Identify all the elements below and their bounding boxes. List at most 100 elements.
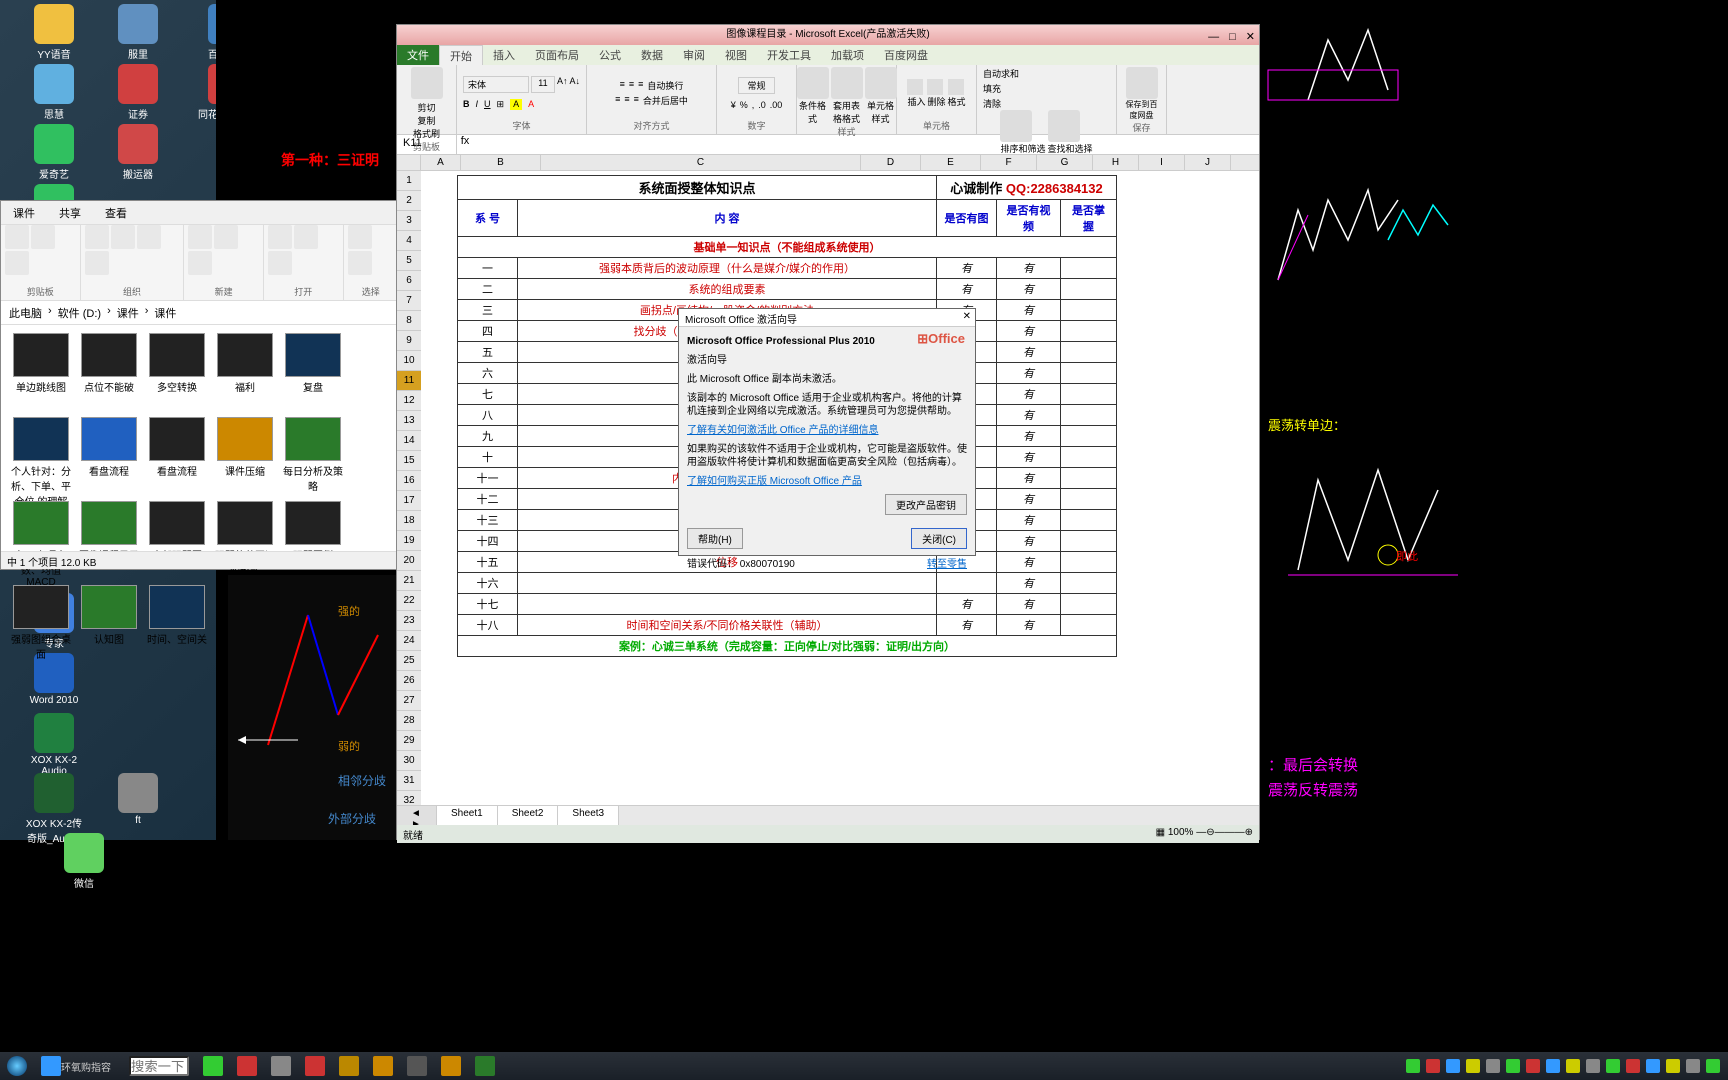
align-bot-icon[interactable]: ≡: [638, 79, 643, 92]
font-color-icon[interactable]: A: [528, 99, 534, 110]
file-item[interactable]: 图像课程目录: [77, 501, 141, 581]
ribbon-button[interactable]: [5, 251, 29, 275]
align-left-icon[interactable]: ≡: [615, 94, 620, 107]
row-header[interactable]: 2: [397, 191, 421, 211]
font-size-select[interactable]: 11: [531, 76, 555, 93]
tray-icon[interactable]: [1466, 1059, 1480, 1073]
decrease-font-icon[interactable]: A↓: [569, 76, 580, 93]
row-header[interactable]: 8: [397, 311, 421, 331]
ribbon-button[interactable]: [214, 225, 238, 249]
wrap-text-button[interactable]: 自动换行: [647, 79, 683, 92]
paste-icon[interactable]: [411, 67, 443, 99]
tray-icon[interactable]: [1706, 1059, 1720, 1073]
ribbon-button[interactable]: [348, 251, 372, 275]
file-item[interactable]: 看盘流程: [145, 417, 209, 497]
tray-icon[interactable]: [1606, 1059, 1620, 1073]
row-header[interactable]: 30: [397, 751, 421, 771]
breadcrumb-part[interactable]: 此电脑: [9, 305, 42, 320]
row-header[interactable]: 12: [397, 391, 421, 411]
file-item[interactable]: 点位不能破: [77, 333, 141, 413]
column-header[interactable]: C: [541, 155, 861, 170]
taskbar-app[interactable]: [231, 1054, 263, 1078]
underline-button[interactable]: U: [484, 99, 491, 110]
tray-icon[interactable]: [1426, 1059, 1440, 1073]
taskbar-app[interactable]: [299, 1054, 331, 1078]
breadcrumb[interactable]: 此电脑 › 软件 (D:) › 课件 › 课件: [1, 301, 399, 325]
tray-icon[interactable]: [1506, 1059, 1520, 1073]
ribbon-button[interactable]: [137, 225, 161, 249]
row-header[interactable]: 23: [397, 611, 421, 631]
ribbon-button[interactable]: [31, 225, 55, 249]
ribbon-tab[interactable]: 审阅: [673, 45, 715, 65]
file-item[interactable]: 个人针对：分析、下单、平仓位 的理解: [9, 417, 73, 497]
format-icon[interactable]: [948, 79, 964, 95]
ribbon-tab[interactable]: 开始: [439, 45, 483, 65]
tray-icon[interactable]: [1546, 1059, 1560, 1073]
breadcrumb-part[interactable]: 软件 (D:): [58, 305, 101, 320]
align-mid-icon[interactable]: ≡: [629, 79, 634, 92]
sheet-tab[interactable]: Sheet3: [558, 806, 619, 825]
desktop-icon[interactable]: 微信: [54, 833, 114, 890]
ribbon-button[interactable]: [85, 251, 109, 275]
cond-format-icon[interactable]: [797, 67, 829, 99]
close-icon[interactable]: ✕: [963, 311, 971, 322]
tray-icon[interactable]: [1626, 1059, 1640, 1073]
explorer-tab-main[interactable]: 课件: [1, 201, 47, 224]
row-header[interactable]: 21: [397, 571, 421, 591]
column-header[interactable]: E: [921, 155, 981, 170]
sheet-tab[interactable]: Sheet2: [498, 806, 559, 825]
file-item[interactable]: 每日分析及策略: [281, 417, 345, 497]
minimize-icon[interactable]: —: [1208, 27, 1219, 47]
dialog-link-retail[interactable]: 转至零售: [927, 555, 967, 570]
row-header[interactable]: 18: [397, 511, 421, 531]
column-header[interactable]: A: [421, 155, 461, 170]
autosum-button[interactable]: 自动求和: [983, 67, 1019, 80]
table-format-icon[interactable]: [831, 67, 863, 99]
ribbon-tab[interactable]: 视图: [715, 45, 757, 65]
row-header[interactable]: 24: [397, 631, 421, 651]
insert-icon[interactable]: [907, 79, 923, 95]
help-button[interactable]: 帮助(H): [687, 528, 743, 549]
currency-icon[interactable]: ¥: [731, 100, 736, 110]
taskbar-app[interactable]: [401, 1054, 433, 1078]
fill-color-icon[interactable]: A: [510, 99, 522, 110]
explorer-tab-share[interactable]: 共享: [47, 201, 93, 224]
row-header[interactable]: 20: [397, 551, 421, 571]
sheet-tab[interactable]: Sheet1: [437, 806, 498, 825]
align-center-icon[interactable]: ≡: [624, 94, 629, 107]
column-header[interactable]: B: [461, 155, 541, 170]
align-top-icon[interactable]: ≡: [620, 79, 625, 92]
ribbon-tab[interactable]: 加载项: [821, 45, 874, 65]
start-button[interactable]: [1, 1054, 33, 1078]
change-key-button[interactable]: 更改产品密钥: [885, 494, 967, 515]
ribbon-button[interactable]: [188, 225, 212, 249]
taskbar-ie[interactable]: 环氧购指容: [35, 1054, 117, 1078]
formula-input[interactable]: [473, 135, 1259, 154]
ribbon-tab[interactable]: 数据: [631, 45, 673, 65]
tray-icon[interactable]: [1486, 1059, 1500, 1073]
clear-button[interactable]: 清除: [983, 97, 1001, 110]
dialog-link-learn-activate[interactable]: 了解有关如何激活此 Office 产品的详细信息: [687, 425, 879, 436]
ribbon-button[interactable]: [268, 225, 292, 249]
row-header[interactable]: 9: [397, 331, 421, 351]
ribbon-button[interactable]: [5, 225, 29, 249]
row-header[interactable]: 25: [397, 651, 421, 671]
row-header[interactable]: 27: [397, 691, 421, 711]
row-header[interactable]: 11: [397, 371, 421, 391]
font-name-select[interactable]: 宋体: [463, 76, 529, 93]
desktop-icon[interactable]: 服里: [108, 4, 168, 61]
row-header[interactable]: 3: [397, 211, 421, 231]
row-header[interactable]: 10: [397, 351, 421, 371]
row-header[interactable]: 15: [397, 451, 421, 471]
desktop-icon[interactable]: ft: [108, 773, 168, 826]
cell-style-icon[interactable]: [865, 67, 897, 99]
taskbar-app[interactable]: [333, 1054, 365, 1078]
row-header[interactable]: 31: [397, 771, 421, 791]
column-header[interactable]: I: [1139, 155, 1185, 170]
column-header[interactable]: J: [1185, 155, 1231, 170]
dialog-link-buy-genuine[interactable]: 了解如何购买正版 Microsoft Office 产品: [687, 476, 862, 487]
tray-icon[interactable]: [1586, 1059, 1600, 1073]
breadcrumb-part[interactable]: 课件: [154, 305, 176, 320]
desktop-icon[interactable]: 爱奇艺: [24, 124, 84, 181]
tray-icon[interactable]: [1666, 1059, 1680, 1073]
